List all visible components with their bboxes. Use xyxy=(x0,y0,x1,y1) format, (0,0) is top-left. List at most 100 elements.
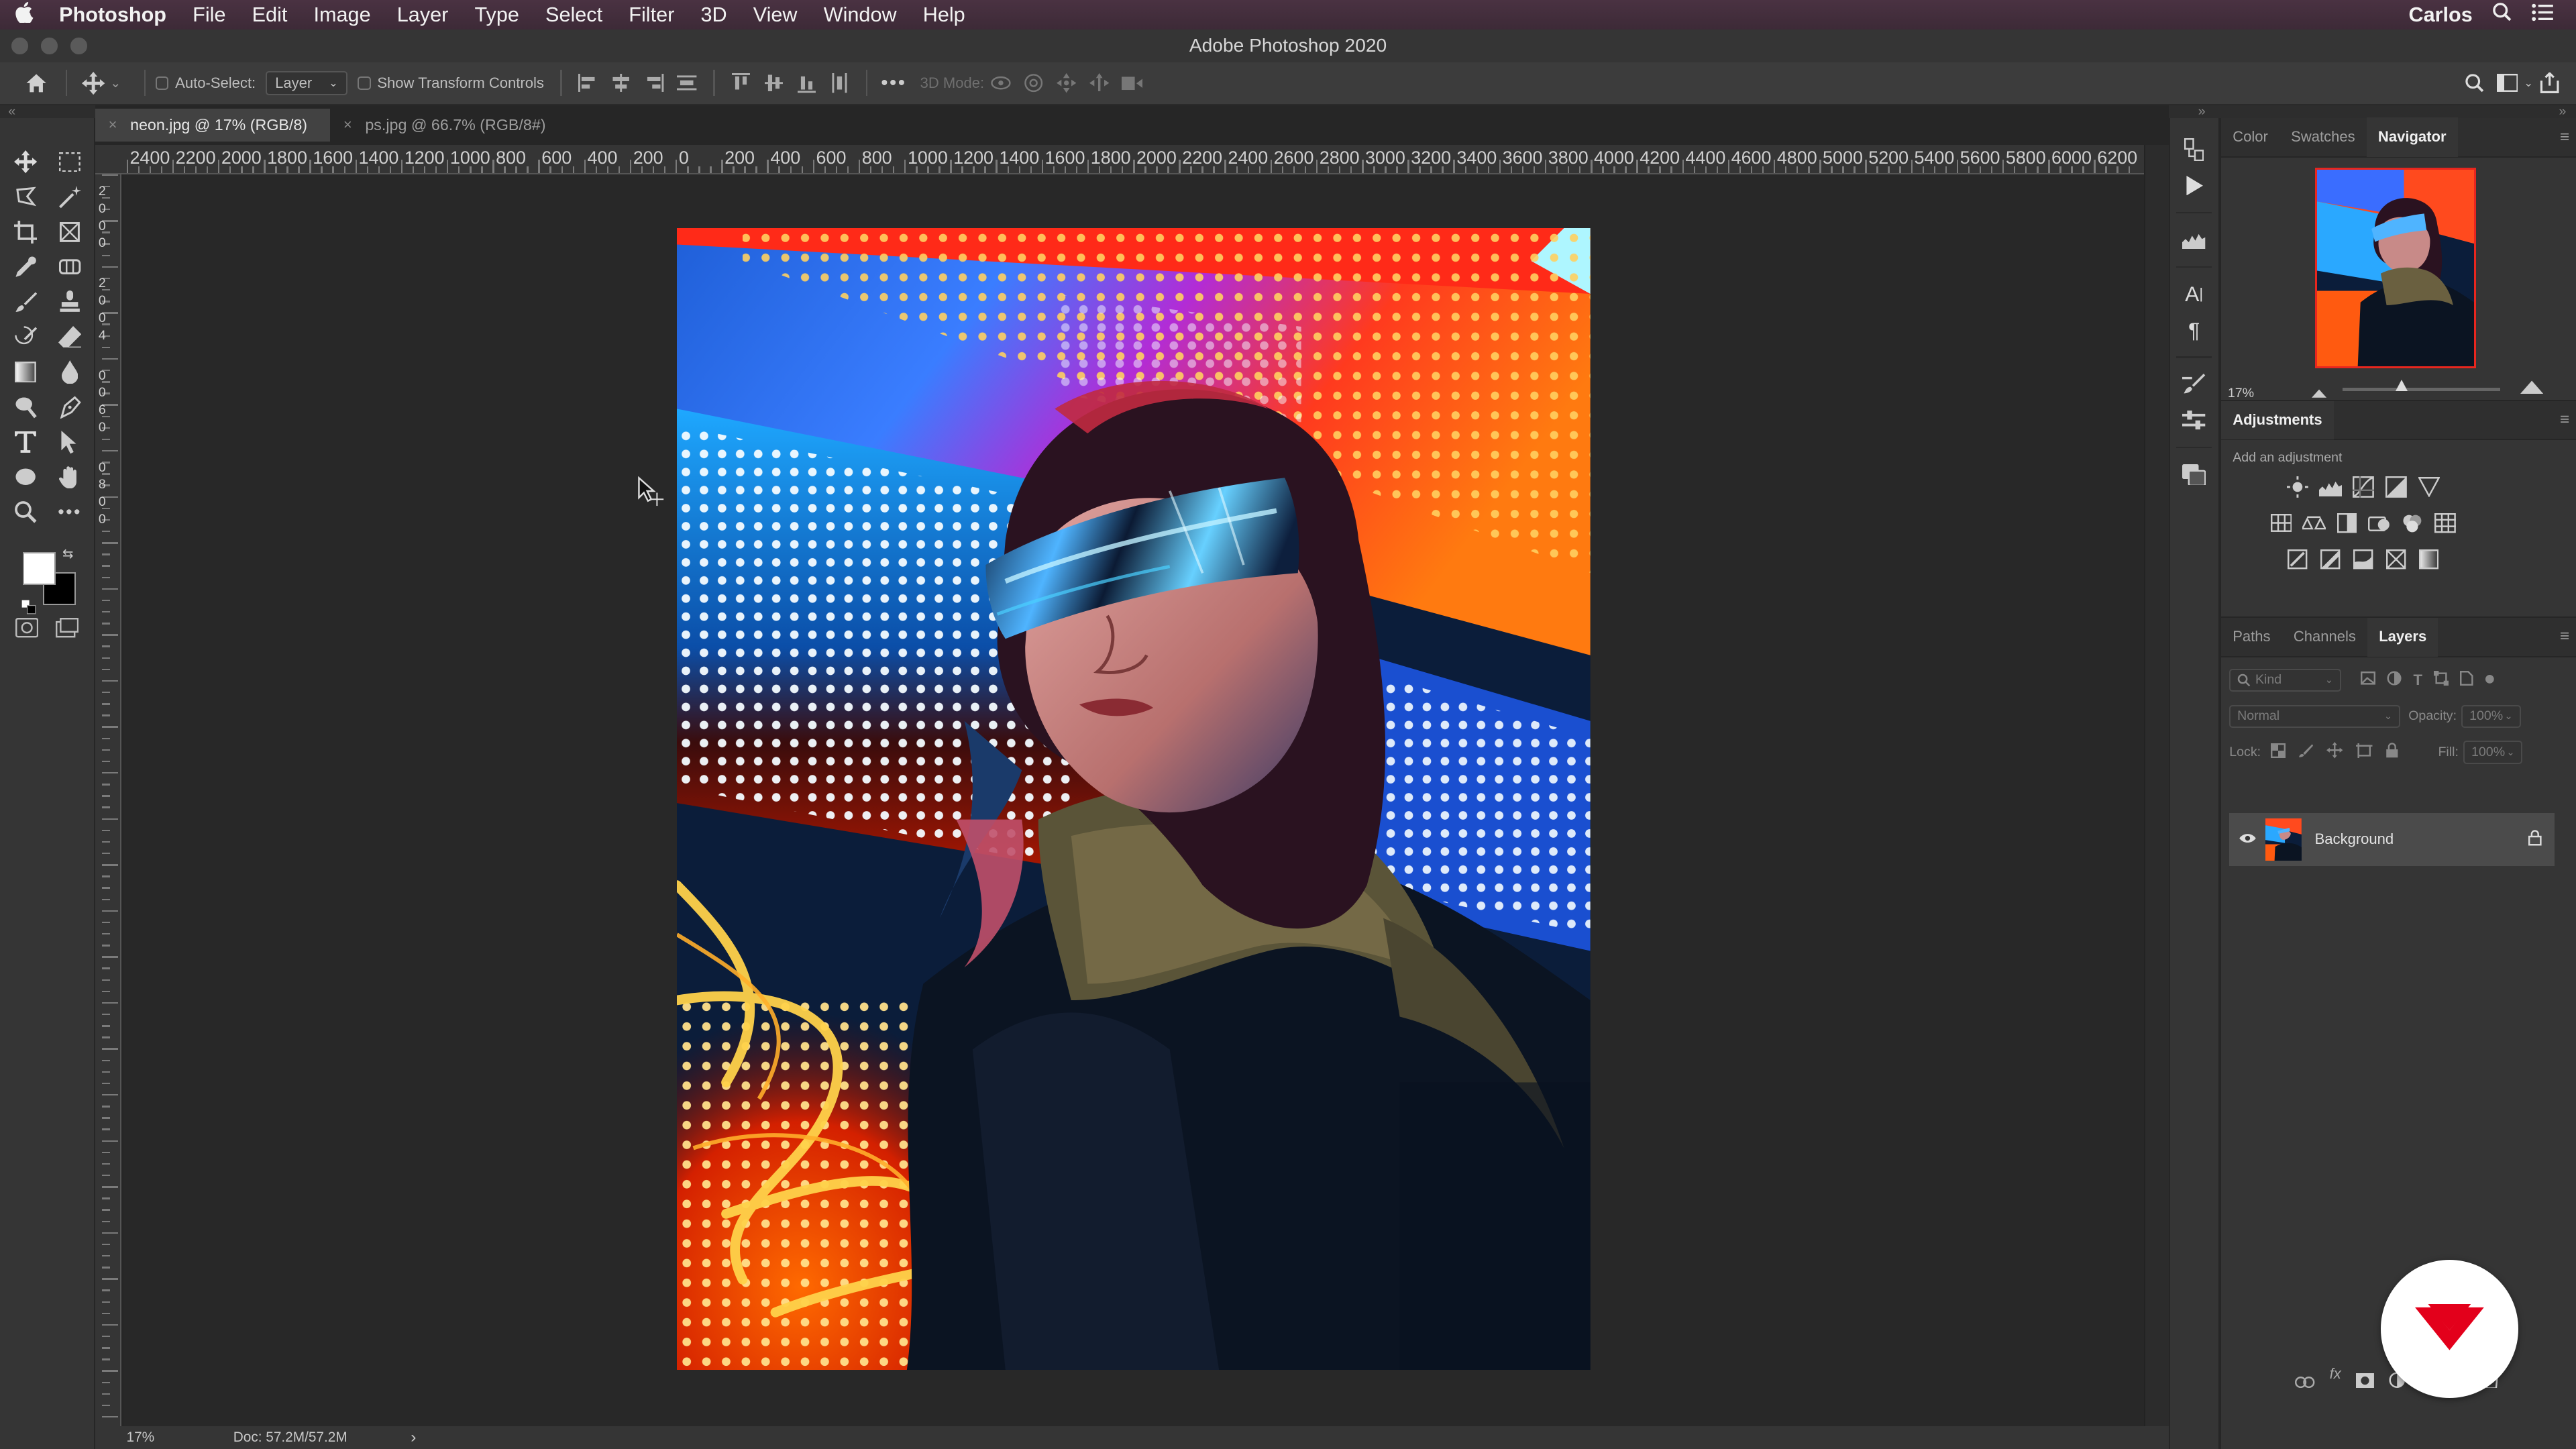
actions-play-icon[interactable] xyxy=(2170,168,2218,204)
eyedropper-tool-icon[interactable] xyxy=(3,250,48,284)
vertical-scrollbar[interactable] xyxy=(2143,144,2169,1426)
layer-row-background[interactable]: Background xyxy=(2229,813,2555,866)
chevron-down-icon[interactable]: ⌄ xyxy=(110,75,121,91)
link-layers-icon[interactable] xyxy=(2295,1365,2315,1395)
apple-icon[interactable] xyxy=(0,1,49,28)
opacity-field[interactable]: 100% ⌄ xyxy=(2461,704,2521,728)
edit-toolbar-icon[interactable]: ••• xyxy=(48,494,92,529)
layer-style-fx-icon[interactable]: fx xyxy=(2330,1365,2341,1395)
navigator-thumbnail[interactable] xyxy=(2314,167,2476,368)
eraser-tool-icon[interactable] xyxy=(48,319,92,354)
menu-select[interactable]: Select xyxy=(532,0,615,30)
auto-select-target-dropdown[interactable]: Layer ⌄ xyxy=(265,70,348,96)
search-icon[interactable] xyxy=(2458,66,2491,99)
menu-view[interactable]: View xyxy=(740,0,810,30)
lasso-tool-icon[interactable] xyxy=(3,180,48,215)
lock-all-icon[interactable] xyxy=(2385,742,2399,762)
channel-mixer-icon[interactable] xyxy=(2398,509,2426,537)
filter-smart-objects-icon[interactable] xyxy=(2460,670,2473,690)
invert-icon[interactable] xyxy=(2284,545,2312,574)
zoom-window-button[interactable] xyxy=(70,38,87,54)
align-right-icon[interactable] xyxy=(637,66,670,99)
chevron-right-icon[interactable]: › xyxy=(411,1428,416,1447)
brush-tool-icon[interactable] xyxy=(3,284,48,319)
hue-saturation-icon[interactable] xyxy=(2267,509,2296,537)
3d-slide-icon[interactable] xyxy=(1083,66,1116,99)
menu-type[interactable]: Type xyxy=(462,0,533,30)
tab-ps-jpg[interactable]: × ps.jpg @ 66.7% (RGB/8#) xyxy=(330,109,568,142)
exposure-icon[interactable] xyxy=(2382,473,2410,501)
ellipse-tool-icon[interactable] xyxy=(3,460,48,494)
3d-scale-icon[interactable] xyxy=(1116,66,1148,99)
close-window-button[interactable] xyxy=(11,38,28,54)
filter-adjustment-layers-icon[interactable] xyxy=(2387,671,2402,690)
user-name[interactable]: Carlos xyxy=(2409,3,2473,27)
gradient-map-icon[interactable] xyxy=(2415,545,2443,574)
visibility-eye-icon[interactable] xyxy=(2229,830,2265,848)
layer-name[interactable]: Background xyxy=(2315,830,2394,848)
screen-mode-icon[interactable] xyxy=(55,615,79,645)
document-canvas[interactable] xyxy=(123,174,2144,1426)
zoom-level-field[interactable]: 17% xyxy=(95,1430,180,1446)
menu-file[interactable]: File xyxy=(180,0,239,30)
vibrance-icon[interactable] xyxy=(2415,473,2443,501)
history-brush-tool-icon[interactable] xyxy=(3,319,48,354)
zoom-tool-icon[interactable] xyxy=(3,494,48,529)
posterize-icon[interactable] xyxy=(2316,545,2345,574)
frame-tool-icon[interactable] xyxy=(48,215,92,250)
auto-select-checkbox[interactable] xyxy=(155,76,169,90)
zoom-out-icon[interactable] xyxy=(2311,376,2326,406)
notification-list-icon[interactable] xyxy=(2532,3,2553,27)
foreground-color-swatch[interactable] xyxy=(23,552,56,586)
toolbar-collapse-strip[interactable]: « xyxy=(0,104,96,119)
filter-toggle-icon[interactable] xyxy=(2485,672,2495,688)
tab-adjustments[interactable]: Adjustments xyxy=(2221,400,2334,440)
marquee-tool-icon[interactable] xyxy=(48,144,92,179)
levels-icon[interactable] xyxy=(2316,473,2345,501)
type-tool-icon[interactable] xyxy=(3,425,48,460)
navigator-zoom-value[interactable]: 17% xyxy=(2228,386,2254,401)
3d-orbit-icon[interactable] xyxy=(984,66,1017,99)
navigator-zoom-slider[interactable] xyxy=(2343,387,2501,391)
menu-app-name[interactable]: Photoshop xyxy=(49,0,179,30)
collapse-arrows-icon[interactable]: » xyxy=(2559,105,2576,119)
paragraph-panel-icon[interactable]: ¶ xyxy=(2170,312,2218,348)
spotlight-search-icon[interactable] xyxy=(2492,2,2512,27)
align-top-icon[interactable] xyxy=(724,66,757,99)
align-vertical-center-icon[interactable] xyxy=(757,66,790,99)
zoom-in-icon[interactable] xyxy=(2520,373,2544,402)
pen-tool-icon[interactable] xyxy=(48,390,92,425)
filter-pixel-layers-icon[interactable] xyxy=(2361,672,2376,689)
collapse-arrows-icon[interactable]: « xyxy=(0,104,15,119)
tab-color[interactable]: Color xyxy=(2221,117,2279,157)
libraries-panel-icon[interactable] xyxy=(2170,457,2218,493)
horizontal-ruler[interactable]: 2400 2200 2000 1800 1600 1400 1200 1000 800 600 40… xyxy=(95,144,2144,174)
add-mask-icon[interactable] xyxy=(2355,1365,2374,1395)
properties-panel-icon[interactable] xyxy=(2170,402,2218,439)
align-bottom-icon[interactable] xyxy=(790,66,823,99)
workspace-icon[interactable] xyxy=(2491,66,2524,99)
menu-edit[interactable]: Edit xyxy=(239,0,301,30)
magic-wand-tool-icon[interactable] xyxy=(48,180,92,215)
menu-3d[interactable]: 3D xyxy=(688,0,740,30)
menu-layer[interactable]: Layer xyxy=(384,0,462,30)
spot-healing-tool-icon[interactable] xyxy=(48,250,92,284)
more-options-icon[interactable]: ••• xyxy=(877,66,910,99)
histogram-icon[interactable] xyxy=(2170,222,2218,258)
home-icon[interactable] xyxy=(19,66,52,99)
crop-tool-icon[interactable] xyxy=(3,215,48,250)
menu-help[interactable]: Help xyxy=(910,0,978,30)
dodge-tool-icon[interactable] xyxy=(3,390,48,425)
tab-navigator[interactable]: Navigator xyxy=(2366,117,2458,158)
gradient-tool-icon[interactable] xyxy=(3,354,48,389)
selective-color-icon[interactable] xyxy=(2382,545,2410,574)
default-colors-icon[interactable] xyxy=(21,592,36,621)
blur-tool-icon[interactable] xyxy=(48,354,92,389)
curves-icon[interactable] xyxy=(2349,473,2377,501)
brush-settings-icon[interactable] xyxy=(2170,366,2218,402)
threshold-icon[interactable] xyxy=(2349,545,2377,574)
fill-field[interactable]: 100% ⌄ xyxy=(2463,741,2523,764)
color-lookup-icon[interactable] xyxy=(2431,509,2459,537)
minimize-window-button[interactable] xyxy=(41,38,58,54)
tab-channels[interactable]: Channels xyxy=(2282,617,2367,657)
